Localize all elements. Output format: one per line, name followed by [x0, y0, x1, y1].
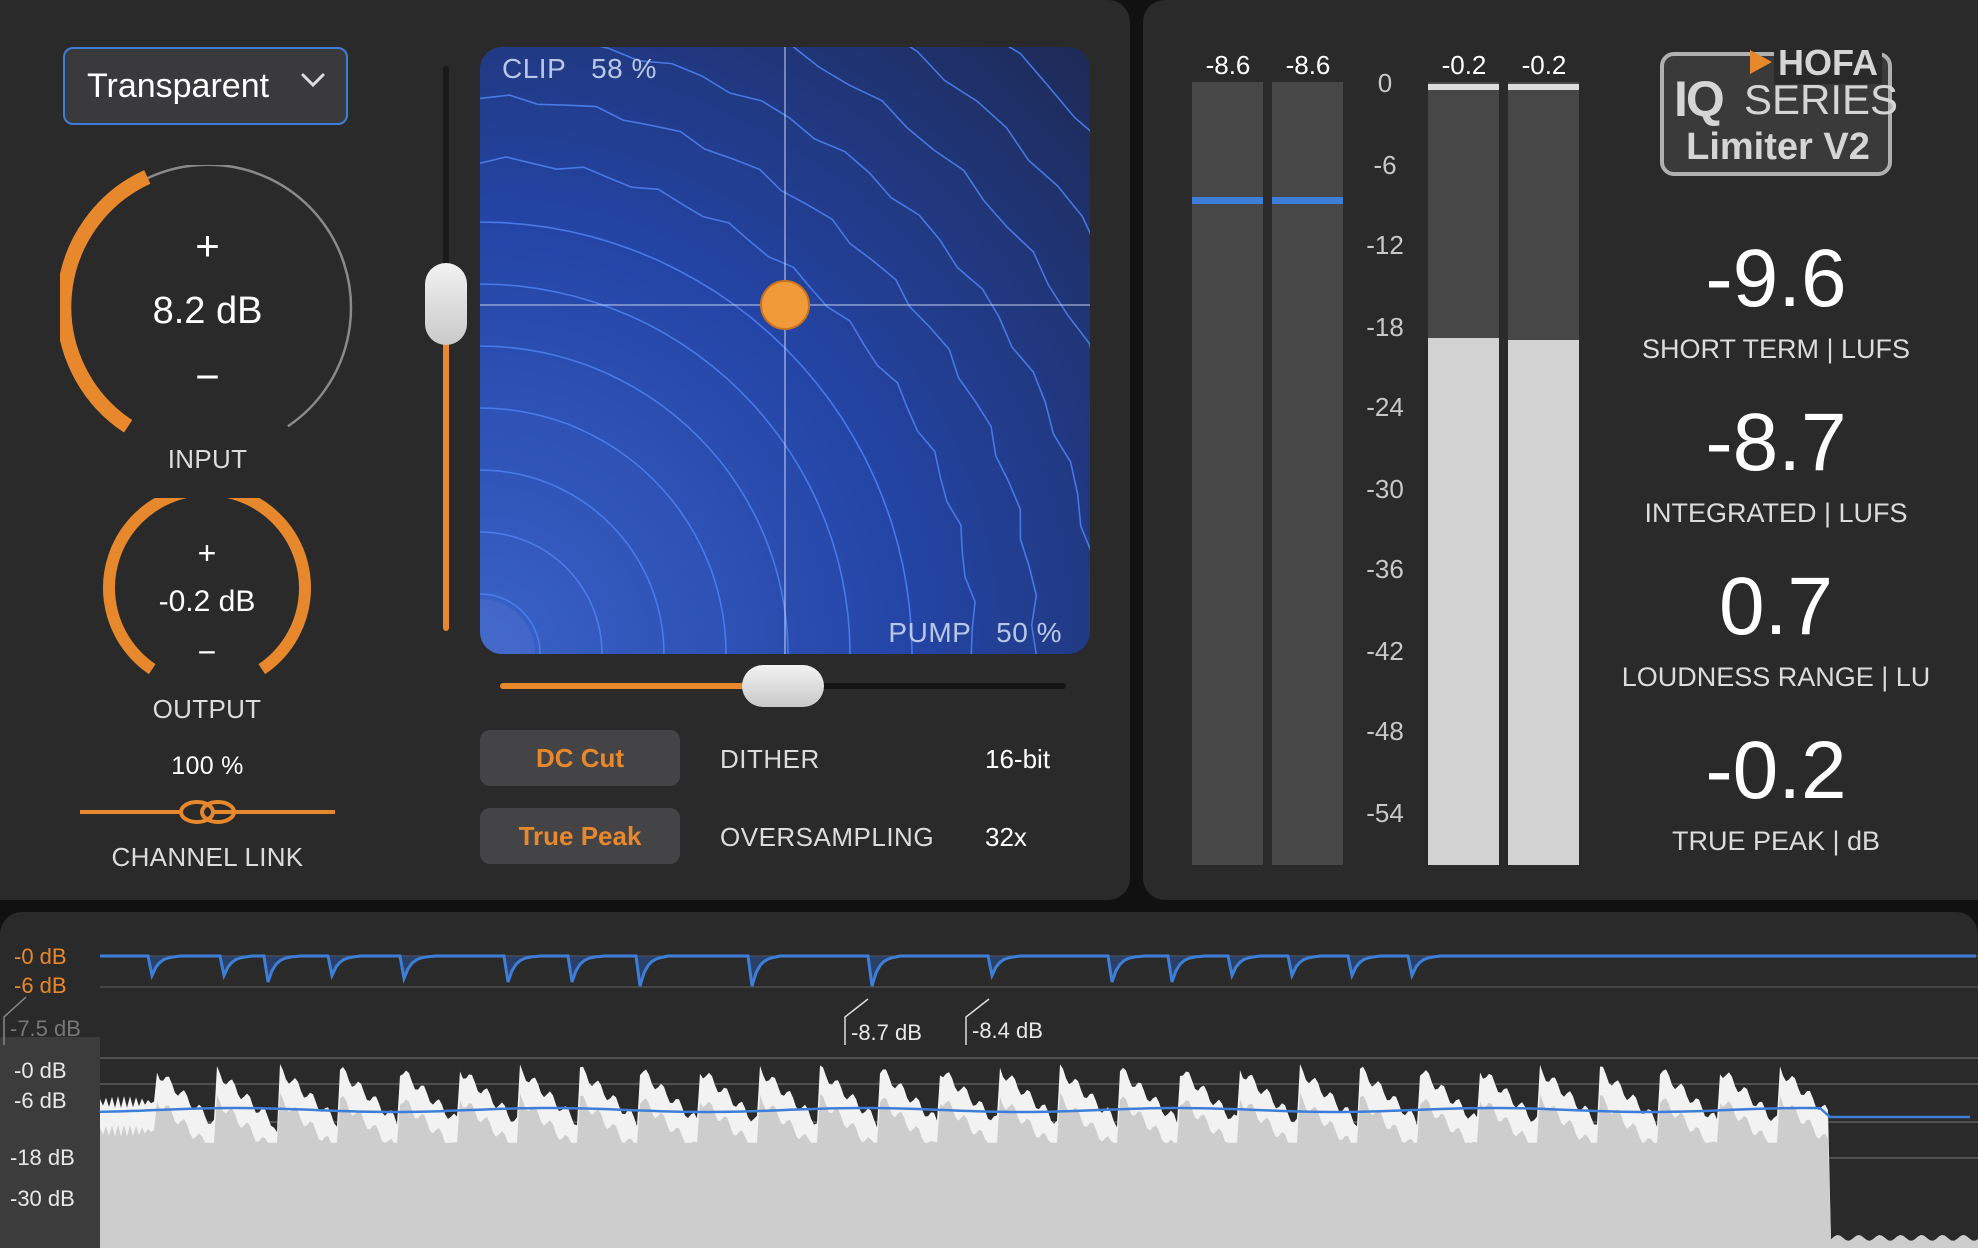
xy-handle [760, 280, 810, 330]
history-panel: -0 dB -6 dB -7.5 dB -0 dB -6 dB -18 dB -… [0, 912, 1978, 1248]
marker-label-2: -8.4 dB [972, 1018, 1043, 1043]
meter-scale-0: 0 [1377, 68, 1393, 98]
meter-scale-12: -12 [1366, 230, 1404, 260]
logo-iq: IQ [1674, 71, 1725, 127]
clip-label: CLIP [502, 53, 567, 84]
level-label-0: -0 dB [14, 1058, 67, 1083]
oversampling-value[interactable]: 32x [985, 822, 1027, 853]
pump-slider-thumb[interactable] [742, 665, 824, 707]
dither-value[interactable]: 16-bit [985, 744, 1050, 775]
input-minus-icon[interactable]: − [60, 353, 355, 401]
meter-scale-48: -48 [1366, 716, 1404, 746]
output-meter-peak-left: -0.2 [1441, 50, 1487, 80]
play-icon [1750, 50, 1772, 74]
preset-label: Transparent [87, 66, 270, 105]
integrated-value: -8.7 [1705, 397, 1847, 488]
input-meter-right [1272, 82, 1343, 865]
true-peak-value: -0.2 [1705, 725, 1847, 816]
logo-series: SERIES [1744, 76, 1899, 123]
hofa-logo: HOFA IQ SERIES Limiter V2 [1660, 42, 1898, 176]
true-peak-label: TRUE PEAK | dB [1671, 826, 1881, 856]
output-plus-icon[interactable]: + [102, 535, 312, 572]
xy-pad-graph [480, 47, 1090, 654]
channel-link-slider[interactable] [80, 796, 335, 828]
output-meter-right [1508, 82, 1579, 865]
input-meter-peak-right: -8.6 [1285, 50, 1331, 80]
meter-scale-18: -18 [1366, 312, 1404, 342]
channel-link-value: 100 % [171, 752, 244, 780]
clip-pump-xy-pad[interactable]: CLIP 58 % PUMP 50 % [480, 47, 1090, 654]
short-term-label: SHORT TERM | LUFS [1641, 334, 1911, 364]
input-label: INPUT [167, 444, 248, 474]
pump-value: 50 % [996, 617, 1062, 648]
gr-label-0: -0 dB [14, 944, 67, 969]
clip-slider-fill [443, 320, 449, 631]
meter-scale-36: -36 [1366, 554, 1404, 584]
marker-label-1: -8.7 dB [851, 1020, 922, 1045]
output-meter-peak-right: -0.2 [1521, 50, 1567, 80]
dither-label: DITHER [720, 744, 820, 774]
gr-label-6: -6 dB [14, 973, 67, 998]
history-graph [0, 954, 1978, 1248]
output-meter-left [1428, 82, 1499, 865]
level-label-18: -18 dB [10, 1145, 75, 1170]
clip-value: 58 % [591, 53, 657, 84]
channel-link-label: CHANNEL LINK [111, 842, 304, 872]
input-value: 8.2 dB [152, 290, 263, 332]
logo-product: Limiter V2 [1686, 126, 1870, 168]
level-label-30: -30 dB [10, 1186, 75, 1211]
short-term-value: -9.6 [1705, 233, 1847, 324]
integrated-label: INTEGRATED | LUFS [1644, 498, 1908, 528]
meter-scale-54: -54 [1366, 798, 1404, 828]
level-history [0, 1037, 1978, 1248]
level-label-6: -6 dB [14, 1088, 67, 1113]
input-meter-peak-left: -8.6 [1205, 50, 1251, 80]
input-plus-icon[interactable]: + [60, 222, 355, 270]
input-meter-left [1192, 82, 1263, 865]
loudness-range-label: LOUDNESS RANGE | LU [1621, 662, 1931, 692]
preset-dropdown[interactable]: Transparent [63, 47, 348, 125]
meter-scale-6: -6 [1373, 150, 1397, 180]
output-value: -0.2 dB [158, 585, 256, 618]
oversampling-label: OVERSAMPLING [720, 822, 935, 852]
gain-reduction-history [100, 954, 1978, 988]
loudness-range-value: 0.7 [1719, 561, 1833, 652]
dc-cut-button[interactable]: DC Cut [480, 730, 680, 786]
gr-label-7-5: -7.5 dB [10, 1016, 81, 1041]
output-minus-icon[interactable]: − [102, 634, 312, 671]
true-peak-button[interactable]: True Peak [480, 808, 680, 864]
meter-scale-42: -42 [1366, 636, 1404, 666]
clip-slider-thumb[interactable] [425, 263, 467, 345]
pump-label: PUMP [888, 617, 972, 648]
output-label: OUTPUT [152, 694, 262, 724]
meter-scale-24: -24 [1366, 392, 1404, 422]
meter-scale-30: -30 [1366, 474, 1404, 504]
chevron-down-icon [301, 73, 325, 88]
